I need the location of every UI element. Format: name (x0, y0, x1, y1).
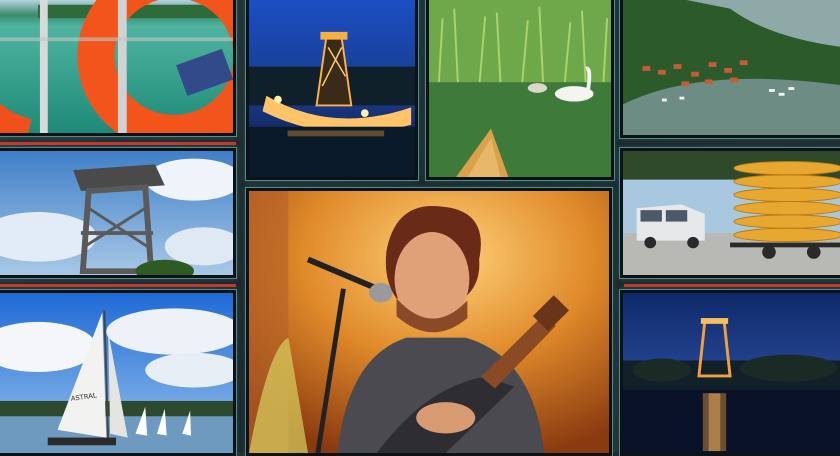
accent-stripe-left (0, 142, 236, 145)
photo-singer-with-guitar (246, 188, 612, 456)
photo-observation-tower (0, 148, 236, 278)
photo-night-tower-reflection (620, 290, 840, 456)
photo-swans-reeds (426, 0, 614, 180)
photo-night-tower (246, 0, 418, 180)
photo-lifebuoy-lake (0, 0, 236, 136)
accent-stripe-left-lower (0, 284, 236, 287)
accent-stripe-right (624, 284, 840, 287)
photo-sailboat-lake: ASTRAL (0, 290, 236, 456)
photo-kayak-trailer-van (620, 148, 840, 278)
photo-aerial-lake-resort (620, 0, 840, 138)
